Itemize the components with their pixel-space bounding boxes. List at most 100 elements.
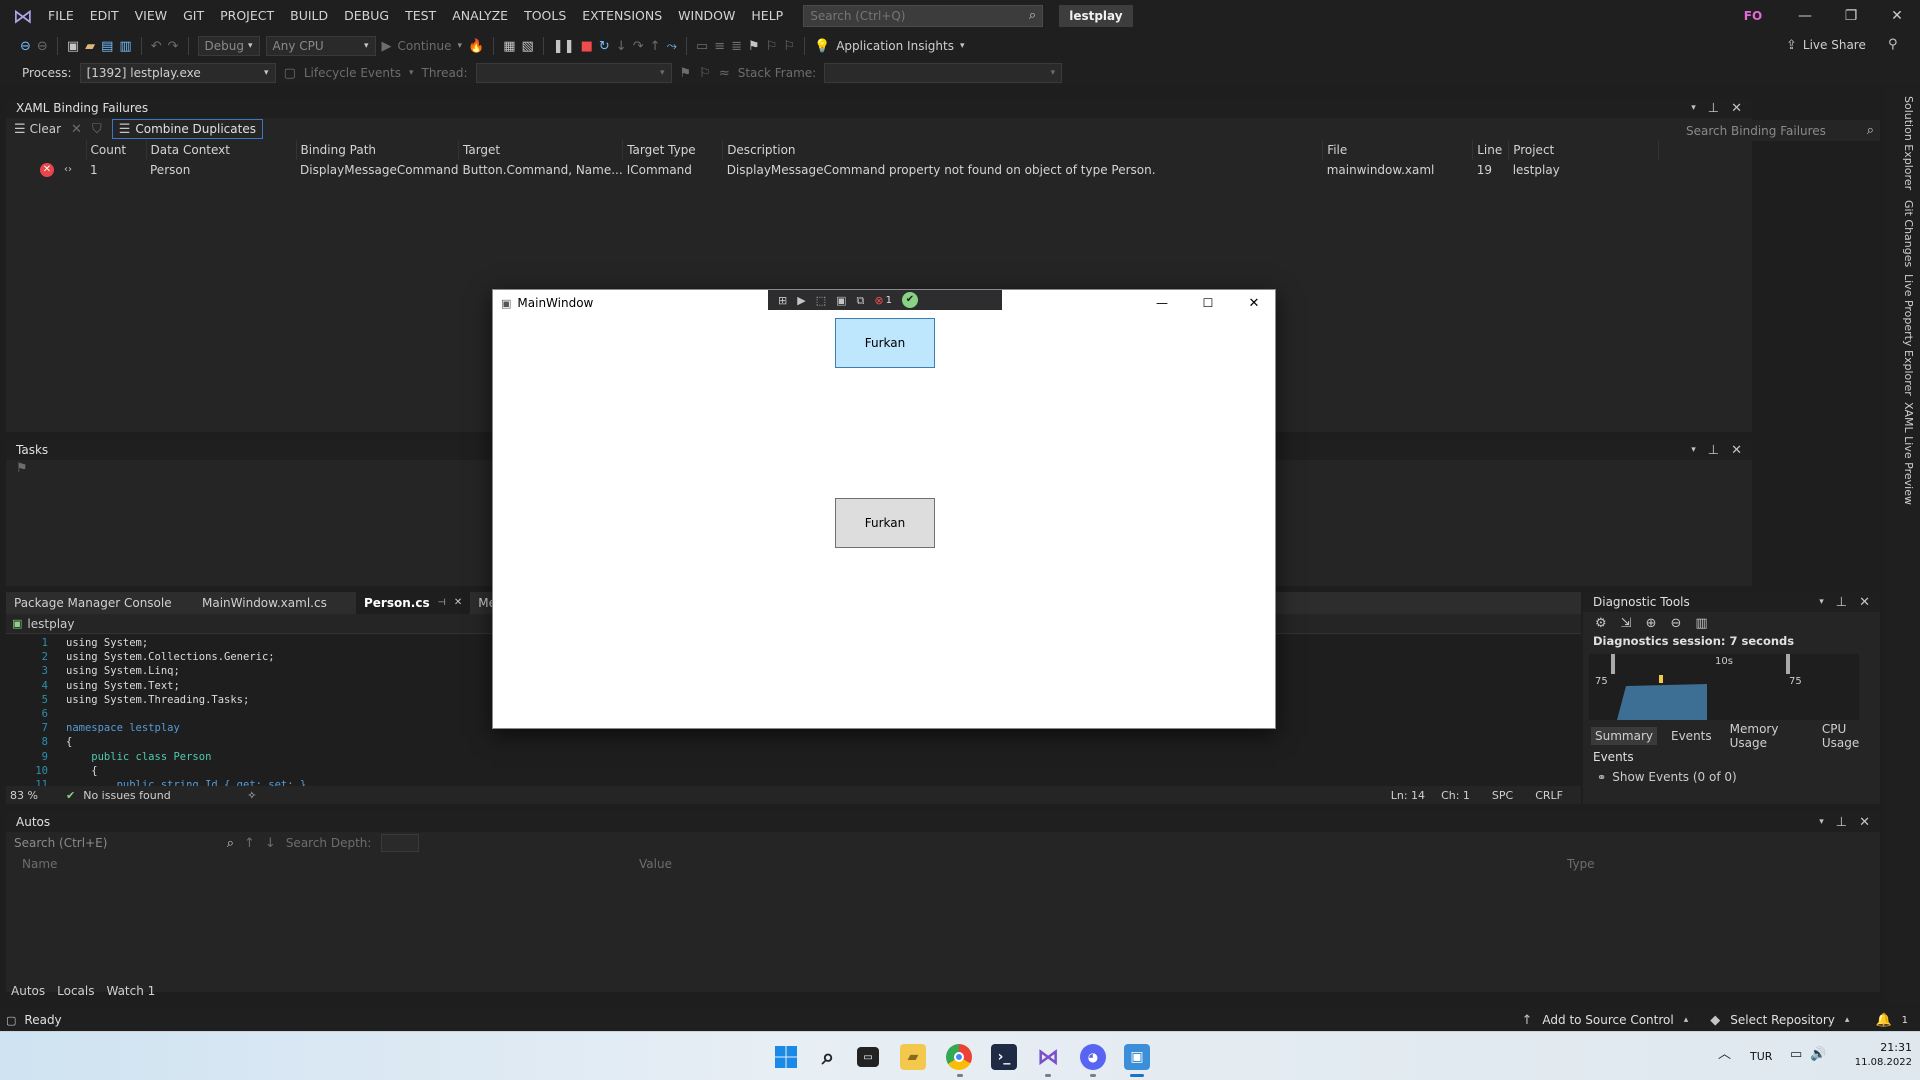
global-search[interactable]: ⌕ — [803, 4, 1044, 27]
minimize-icon[interactable]: — — [1139, 290, 1185, 316]
chevron-down-icon[interactable]: ▾ — [1819, 817, 1824, 827]
export-icon[interactable]: ⇲ — [1621, 617, 1632, 630]
binding-failures-indicator[interactable]: ⊗ 1 — [874, 295, 892, 306]
display-accessibility-icon[interactable]: ⧉ — [857, 295, 865, 306]
code-icon[interactable]: ‹› — [64, 164, 72, 175]
navigate-back-icon[interactable]: ⊖ — [20, 40, 31, 53]
zoom-out-icon[interactable]: ⊖ — [1670, 617, 1681, 630]
pin-icon[interactable]: ⊥ — [1836, 596, 1847, 609]
stack-frame-select[interactable]: ▾ — [824, 63, 1063, 83]
timeline-handle-right[interactable] — [1786, 654, 1790, 674]
hot-reload-icon[interactable]: 🔥 — [468, 40, 484, 53]
cleanup-icon[interactable]: ✧ — [247, 790, 256, 801]
clock[interactable]: 21:31 11.08.2022 — [1855, 1041, 1912, 1068]
open-file-icon[interactable]: ▰ — [85, 40, 95, 53]
notification-icon[interactable]: 🔔 — [1875, 1014, 1891, 1027]
menu-tools[interactable]: TOOLS — [516, 0, 574, 31]
column-header[interactable]: Name — [22, 857, 57, 871]
prev-bookmark-icon[interactable]: ⚐ — [766, 40, 778, 53]
column-header[interactable]: Data Context — [146, 140, 297, 160]
zoom-in-icon[interactable]: ⊕ — [1646, 617, 1657, 630]
add-to-source-control[interactable]: Add to Source Control — [1542, 1013, 1673, 1027]
tab-watch-1[interactable]: Watch 1 — [106, 984, 155, 998]
bookmark-icon[interactable]: ⚑ — [748, 40, 760, 53]
stop-icon[interactable]: ■ — [581, 40, 593, 53]
whitespace-indicator[interactable]: SPC — [1492, 789, 1513, 802]
menu-analyze[interactable]: ANALYZE — [444, 0, 516, 31]
menu-window[interactable]: WINDOW — [670, 0, 743, 31]
column-header[interactable]: Target — [458, 140, 624, 160]
wpf-app-icon[interactable]: ▣ — [1124, 1044, 1150, 1070]
keyboard-language[interactable]: TUR — [1750, 1050, 1772, 1063]
close-icon[interactable]: ✕ — [1231, 290, 1277, 316]
pin-icon[interactable]: ⊥ — [1708, 444, 1719, 457]
restore-icon[interactable]: ❐ — [1828, 0, 1874, 31]
search-previous-icon[interactable]: ↑ — [244, 837, 255, 850]
task-view-icon[interactable]: ▭ — [857, 1047, 879, 1067]
filter-icon[interactable]: ⛉ — [92, 123, 102, 136]
tab-cpu-usage[interactable]: CPU Usage — [1818, 720, 1880, 752]
tab-xaml-live-preview[interactable]: XAML Live Preview — [1902, 402, 1915, 505]
comment-icon[interactable]: ≡ — [714, 40, 725, 53]
menu-help[interactable]: HELP — [743, 0, 791, 31]
step-into-icon[interactable]: ↓ — [616, 40, 627, 53]
process-select[interactable]: [1392] lestplay.exe ▾ — [79, 63, 276, 83]
column-header[interactable]: File — [1322, 140, 1474, 160]
step-out-icon[interactable]: ↑ — [650, 40, 661, 53]
step-over-icon[interactable]: ↷ — [633, 40, 644, 53]
tab-person-cs[interactable]: Person.cs ⊣ ✕ — [356, 592, 471, 614]
pin-icon[interactable]: ⊣ — [438, 598, 446, 608]
toggle-flag-icon[interactable]: ⚐ — [699, 67, 711, 80]
show-events-link[interactable]: ⚭ Show Events (0 of 0) — [1583, 768, 1880, 786]
menu-build[interactable]: BUILD — [282, 0, 336, 31]
file-explorer-icon[interactable]: ▰ — [900, 1044, 926, 1070]
visual-studio-icon[interactable]: ⋈ — [1035, 1044, 1061, 1070]
restart-icon[interactable]: ↻ — [599, 40, 610, 53]
autos-search[interactable]: Search (Ctrl+E) ⌕ — [14, 836, 234, 850]
close-icon[interactable]: ✕ — [1874, 0, 1920, 31]
windows-start-icon[interactable] — [773, 1044, 799, 1070]
column-header[interactable]: Line — [1472, 140, 1510, 160]
global-search-input[interactable] — [810, 8, 1011, 23]
line-ending-indicator[interactable]: CRLF — [1535, 789, 1563, 802]
pin-icon[interactable]: ⊥ — [1836, 816, 1847, 829]
chevron-down-icon[interactable]: ▾ — [1691, 445, 1696, 455]
tab-package-manager-console[interactable]: Package Manager Console — [6, 592, 194, 614]
configuration-select[interactable]: Debug ▾ — [197, 36, 260, 56]
search-depth-select[interactable] — [381, 834, 420, 852]
tab-solution-explorer[interactable]: Solution Explorer — [1902, 96, 1915, 190]
chevron-down-icon[interactable]: ▾ — [1819, 597, 1824, 607]
check-icon[interactable]: ✔ — [901, 292, 918, 308]
chart-icon[interactable]: ▥ — [1695, 617, 1707, 630]
timeline-handle-left[interactable] — [1611, 654, 1615, 674]
tab-locals[interactable]: Locals — [57, 984, 94, 998]
zoom-level[interactable]: 83 % — [10, 789, 58, 802]
menu-test[interactable]: TEST — [397, 0, 444, 31]
close-icon[interactable]: ✕ — [1859, 596, 1870, 609]
search-next-icon[interactable]: ↓ — [265, 837, 276, 850]
column-header[interactable]: Binding Path — [296, 140, 460, 160]
pin-icon[interactable]: ⊥ — [1708, 102, 1719, 115]
save-icon[interactable]: ▤ — [101, 40, 113, 53]
table-row[interactable]: ✕ ‹› 1 Person DisplayMessageCommand Butt… — [6, 160, 1752, 179]
window-layout-icon[interactable]: ▧ — [522, 40, 534, 53]
diagnostics-timeline[interactable]: 10s 75 75 — [1589, 654, 1859, 720]
close-icon[interactable]: ✕ — [1859, 816, 1870, 829]
live-share-button[interactable]: ⇪ Live Share — [1786, 38, 1866, 52]
menu-edit[interactable]: EDIT — [82, 0, 127, 31]
flag-thread-icon[interactable]: ⚑ — [680, 67, 692, 80]
pause-icon[interactable]: ❚❚ — [553, 40, 575, 53]
furkan-button-bottom[interactable]: Furkan — [835, 498, 935, 548]
navigate-forward-icon[interactable]: ⊖ — [37, 40, 48, 53]
platform-select[interactable]: Any CPU ▾ — [265, 36, 376, 56]
clear-button[interactable]: ☰ Clear — [14, 122, 61, 136]
combine-duplicates-button[interactable]: ☰ Combine Duplicates — [111, 119, 263, 139]
chevron-down-icon[interactable]: ▾ — [1691, 103, 1696, 113]
select-repository[interactable]: Select Repository — [1730, 1013, 1835, 1027]
new-project-icon[interactable]: ▣ — [67, 40, 79, 53]
menu-debug[interactable]: DEBUG — [336, 0, 397, 31]
terminal-icon[interactable]: ›_ — [991, 1044, 1017, 1070]
undo-icon[interactable]: ↶ — [151, 40, 162, 53]
column-header[interactable]: Count — [86, 140, 147, 160]
furkan-button-top[interactable]: Furkan — [835, 318, 935, 368]
